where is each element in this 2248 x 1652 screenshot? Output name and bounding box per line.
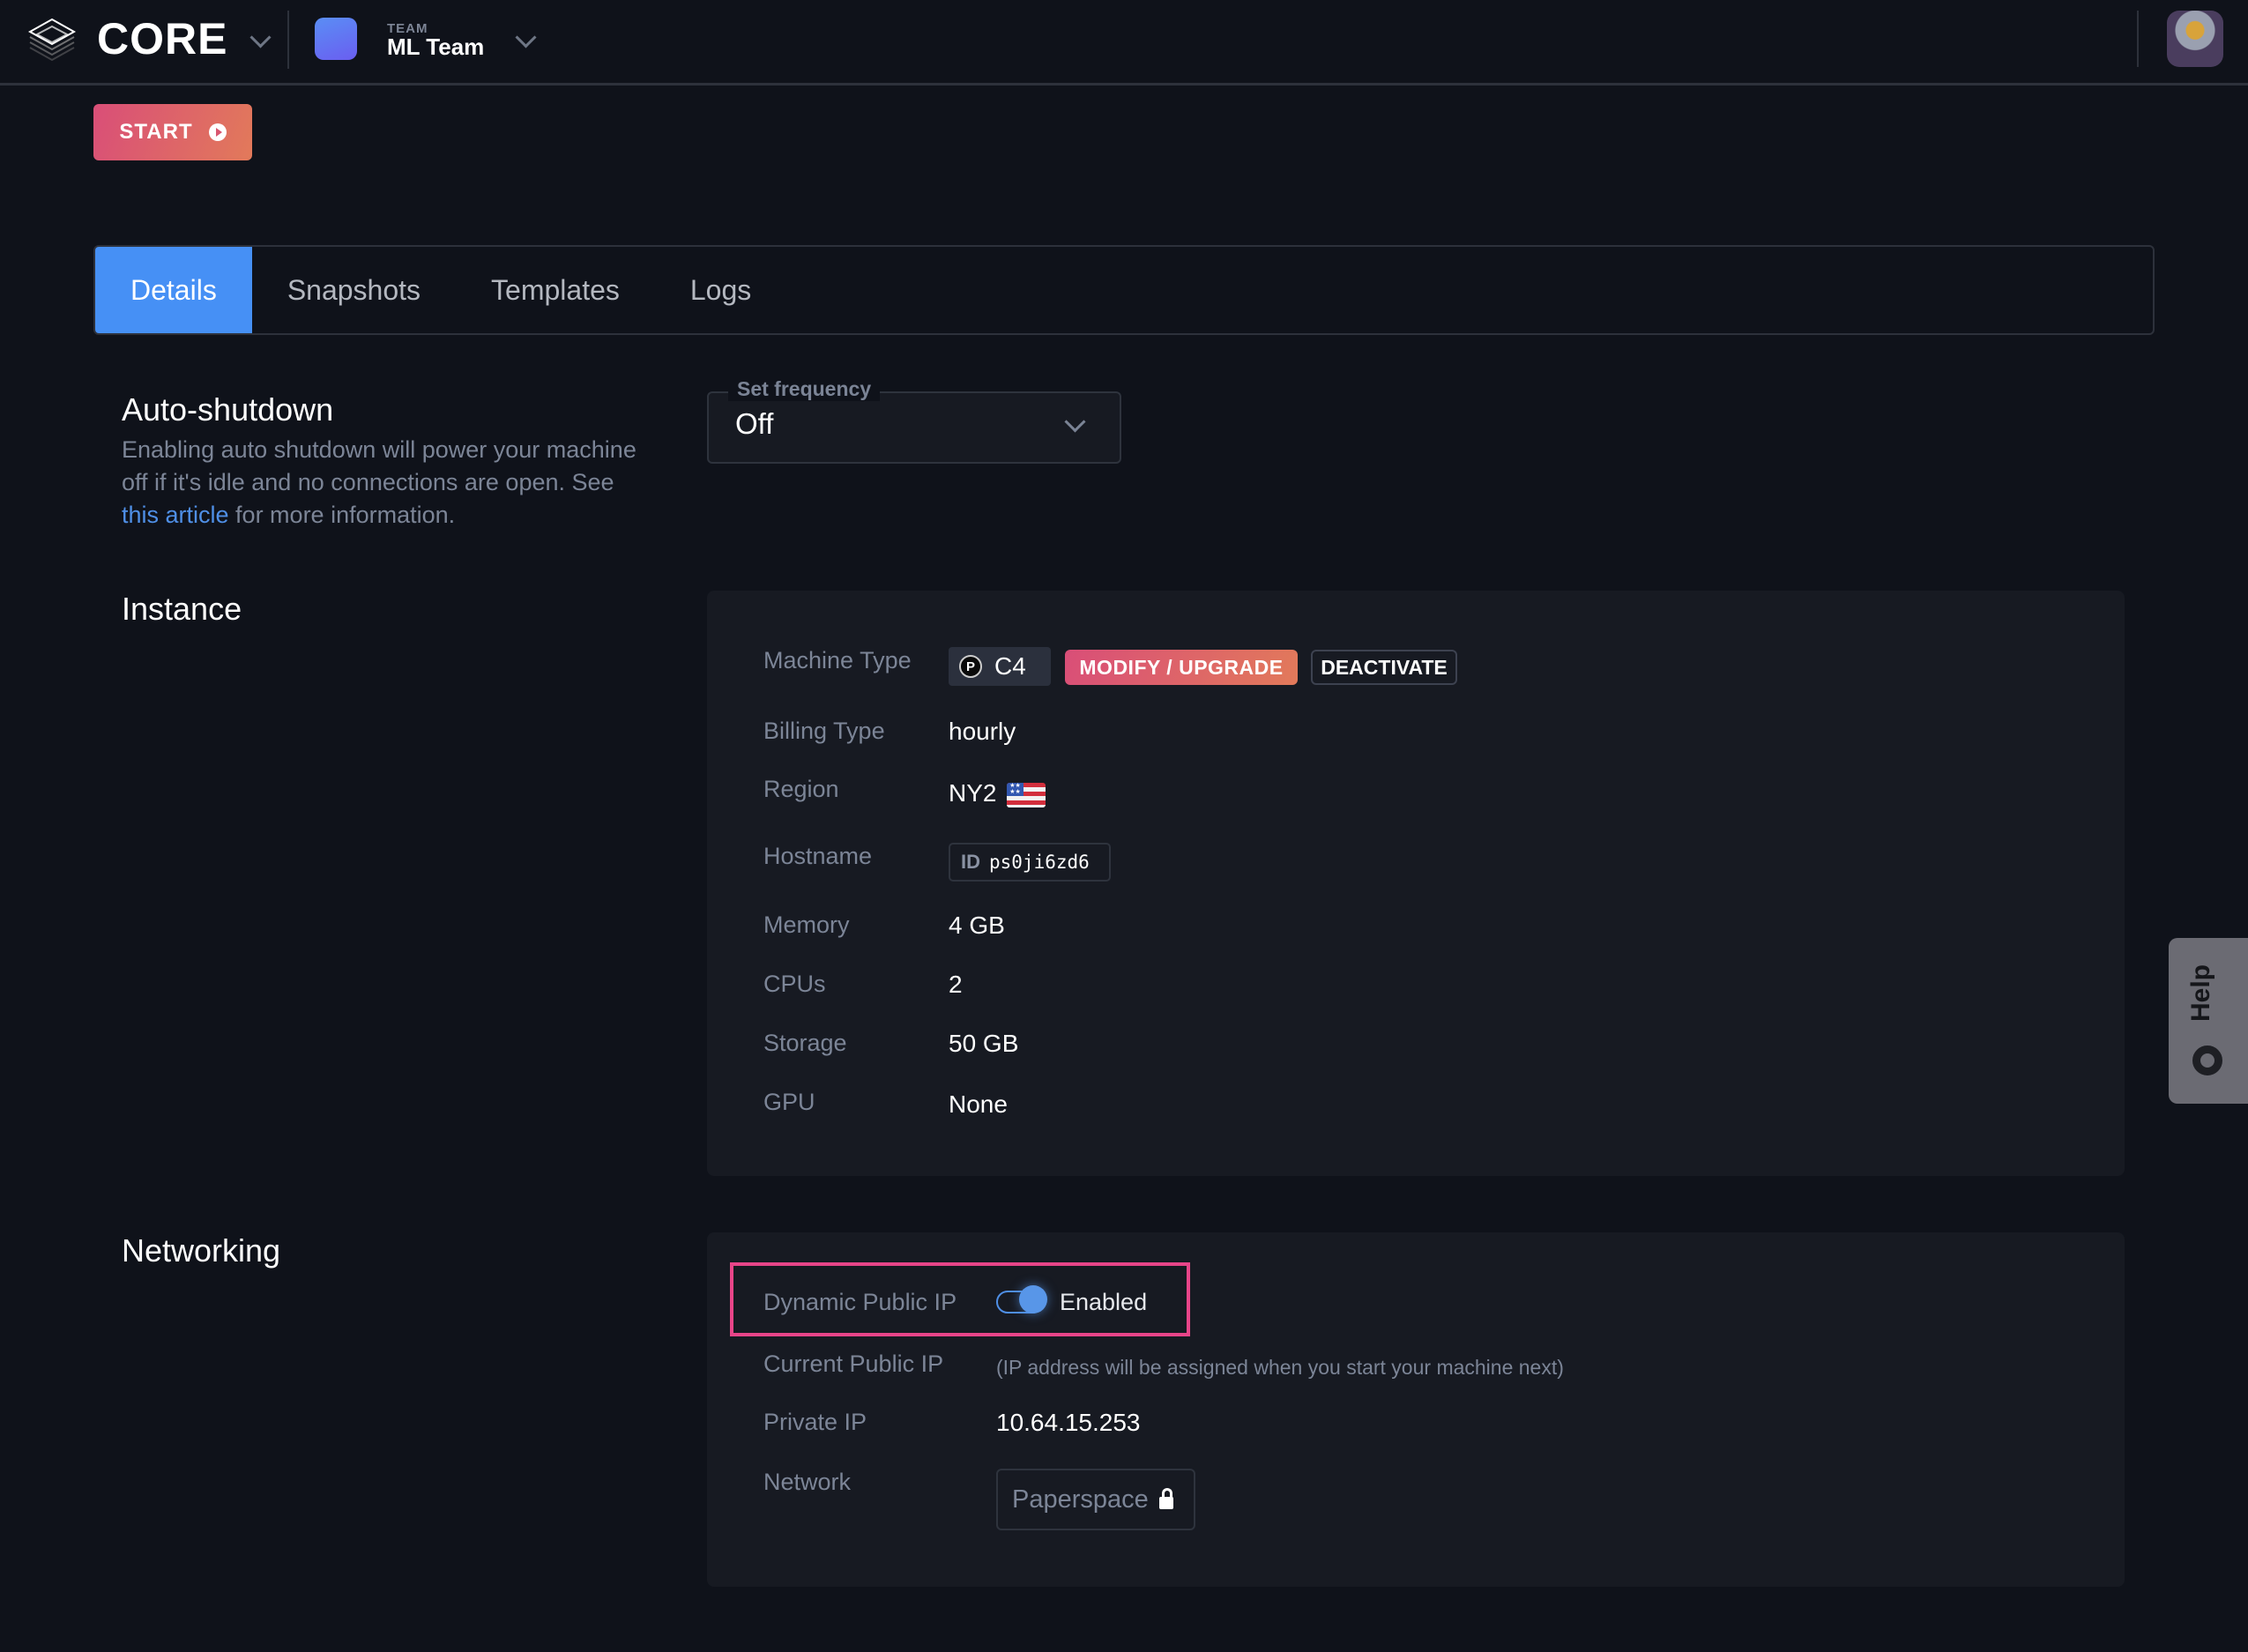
hostname-chip[interactable]: ID ps0ji6zd6 [949, 843, 1111, 882]
modify-upgrade-button[interactable]: MODIFY / UPGRADE [1065, 650, 1298, 685]
brand-name: CORE [97, 14, 228, 63]
instance-title: Instance [122, 591, 242, 627]
billing-type-value: hourly [949, 718, 1016, 745]
memory-value: 4 GB [949, 912, 1005, 939]
core-logo-icon [27, 18, 77, 62]
network-value: Paperspace [1012, 1485, 1149, 1514]
team-name[interactable]: ML Team [387, 33, 484, 61]
lifebuoy-icon[interactable] [2192, 1046, 2222, 1075]
memory-label: Memory [763, 912, 850, 938]
hostname-value: ps0ji6zd6 [989, 852, 1090, 873]
deactivate-button[interactable]: DEACTIVATE [1311, 650, 1457, 685]
description-text: Enabling auto shutdown will power your m… [122, 436, 636, 495]
play-icon [208, 123, 227, 141]
hostname-id-prefix: ID [961, 851, 980, 873]
us-flag-icon [1007, 783, 1046, 807]
gpu-value: None [949, 1090, 1008, 1118]
product-switcher-chevron-icon[interactable] [249, 26, 272, 48]
tab-snapshots[interactable]: Snapshots [252, 247, 456, 333]
machine-type-value: C4 [994, 652, 1026, 680]
region-label: Region [763, 776, 839, 802]
gpu-label: GPU [763, 1089, 815, 1115]
private-ip-label: Private IP [763, 1409, 867, 1435]
machine-type-chip: P C4 [949, 647, 1051, 686]
article-link[interactable]: this article [122, 502, 229, 528]
networking-title: Networking [122, 1232, 281, 1269]
network-label: Network [763, 1469, 852, 1495]
cpus-value: 2 [949, 971, 963, 998]
team-avatar[interactable] [315, 18, 357, 60]
auto-shutdown-description: Enabling auto shutdown will power your m… [122, 434, 651, 532]
start-button[interactable]: START [93, 104, 252, 160]
dynamic-public-ip-label: Dynamic Public IP [763, 1289, 957, 1315]
storage-value: 50 GB [949, 1030, 1019, 1057]
team-switcher-chevron-icon[interactable] [515, 26, 537, 48]
region-value: NY2 [949, 779, 997, 807]
current-public-ip-value: (IP address will be assigned when you st… [996, 1356, 1564, 1379]
header-divider-right [2137, 11, 2139, 67]
paperspace-p-icon: P [959, 655, 982, 678]
help-label[interactable]: Help [2186, 964, 2216, 1022]
current-public-ip-label: Current Public IP [763, 1351, 944, 1377]
tab-logs[interactable]: Logs [655, 247, 786, 333]
private-ip-value: 10.64.15.253 [996, 1409, 1141, 1436]
description-text-end: for more information. [228, 502, 456, 528]
start-label: START [119, 120, 193, 144]
storage-label: Storage [763, 1030, 847, 1056]
top-bar: CORE TEAM ML Team [0, 0, 2248, 86]
tab-templates[interactable]: Templates [456, 247, 655, 333]
network-field: Paperspace [996, 1469, 1195, 1530]
cpus-label: CPUs [763, 971, 826, 997]
user-avatar[interactable] [2167, 11, 2223, 67]
machine-type-label: Machine Type [763, 647, 912, 673]
auto-shutdown-title: Auto-shutdown [122, 391, 334, 428]
header-divider [287, 11, 289, 69]
billing-type-label: Billing Type [763, 718, 885, 744]
hostname-label: Hostname [763, 843, 873, 869]
frequency-select-label: Set frequency [728, 377, 881, 401]
tab-details[interactable]: Details [95, 247, 252, 333]
lock-icon [1158, 1488, 1173, 1509]
frequency-select-value: Off [735, 407, 774, 440]
dynamic-ip-state: Enabled [1060, 1289, 1148, 1315]
tab-bar: Details Snapshots Templates Logs [93, 245, 2155, 335]
dynamic-ip-toggle-knob[interactable] [1019, 1285, 1047, 1313]
